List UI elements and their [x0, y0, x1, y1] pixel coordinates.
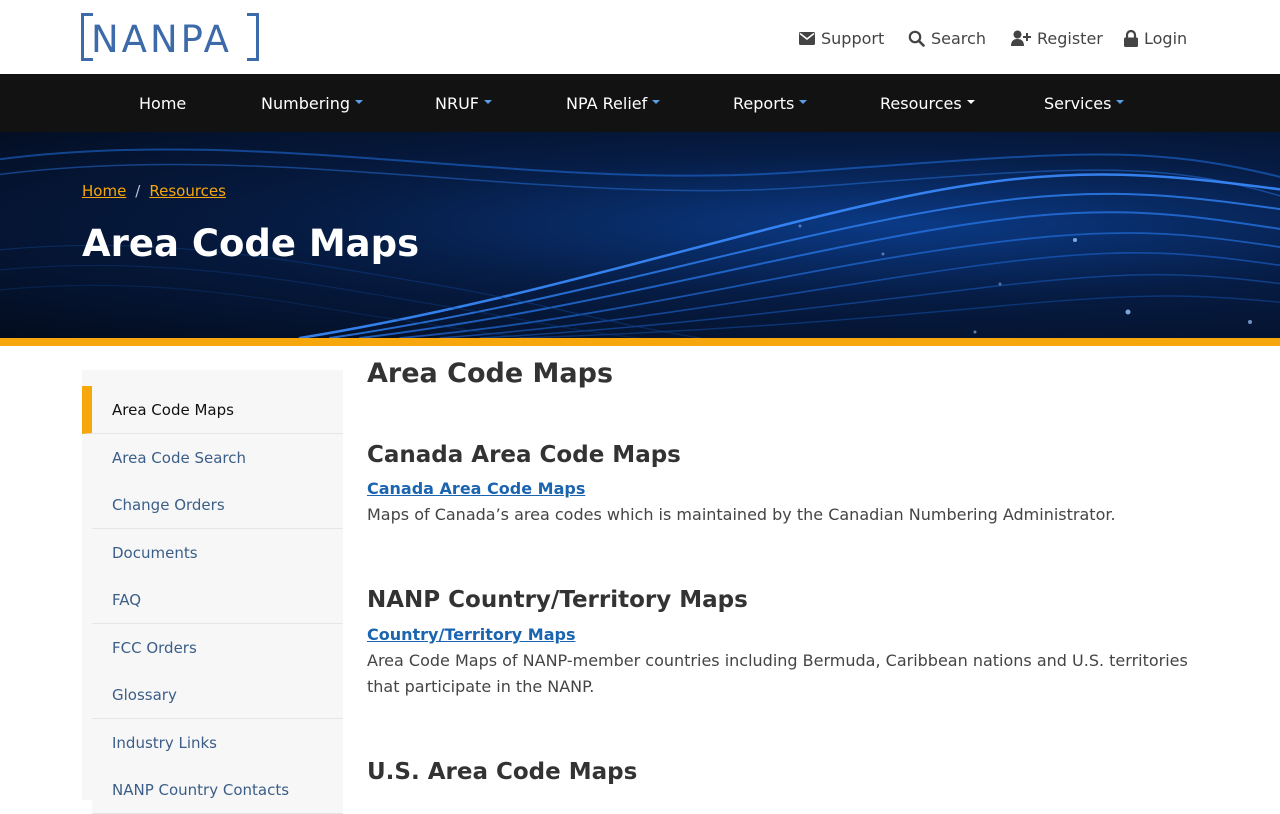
canada-maps-description: Maps of Canada’s area codes which is mai…: [367, 505, 1116, 524]
support-link[interactable]: Support: [799, 27, 884, 49]
nav-numbering[interactable]: Numbering: [261, 74, 364, 132]
nav-npa-relief-label: NPA Relief: [566, 93, 648, 113]
login-link[interactable]: Login: [1124, 27, 1187, 49]
nanpa-logo[interactable]: NANPA: [81, 13, 259, 61]
nanp-maps-description: Area Code Maps of NANP-member countries …: [367, 651, 1188, 696]
sidebar-item-industry-links[interactable]: Industry Links: [92, 719, 343, 767]
nav-home-label: Home: [139, 93, 187, 113]
nav-npa-relief[interactable]: NPA Relief: [566, 74, 661, 132]
page-title: Area Code Maps: [82, 222, 420, 265]
main-nav: Home Numbering NRUF NPA Relief Reports R…: [0, 74, 1280, 132]
logo-bracket-right: [247, 13, 259, 61]
register-link[interactable]: Register: [1011, 27, 1103, 49]
sidebar-item-faq[interactable]: FAQ: [92, 576, 343, 624]
sidebar-item-label: FAQ: [112, 590, 142, 609]
login-label: Login: [1144, 28, 1188, 48]
sidebar-item-glossary[interactable]: Glossary: [92, 671, 343, 719]
hero-accent-bar: [0, 338, 1280, 346]
sidebar-item-label: Area Code Maps: [112, 400, 234, 419]
caret-down-icon: [1116, 100, 1125, 104]
sidebar-item-label: NANP Country Contacts: [112, 780, 290, 799]
breadcrumb-home-link[interactable]: Home: [82, 182, 126, 200]
sidebar-nav: Area Code Maps Area Code Search Change O…: [82, 370, 343, 814]
support-label: Support: [821, 28, 885, 48]
caret-down-icon: [355, 100, 364, 104]
sidebar-item-label: Industry Links: [112, 733, 217, 752]
nav-services[interactable]: Services: [1044, 74, 1125, 132]
caret-down-icon: [799, 100, 808, 104]
sidebar-item-nanp-country-contacts[interactable]: NANP Country Contacts: [92, 766, 343, 814]
site-header: NANPA Support Search Register Login: [0, 0, 1280, 74]
section-heading-nanp: NANP Country/Territory Maps: [367, 587, 748, 613]
caret-down-icon: [652, 100, 661, 104]
section-heading-us: U.S. Area Code Maps: [367, 759, 638, 785]
lock-icon: [1124, 29, 1138, 47]
caret-down-icon: [484, 100, 492, 104]
nav-home[interactable]: Home: [139, 74, 186, 132]
search-icon: [908, 30, 925, 47]
nav-resources-label: Resources: [880, 93, 962, 113]
sidebar-item-change-orders[interactable]: Change Orders: [92, 481, 343, 529]
sidebar-item-label: FCC Orders: [112, 638, 197, 657]
nav-nruf[interactable]: NRUF: [435, 74, 492, 132]
nav-services-label: Services: [1044, 93, 1112, 113]
user-plus-icon: [1011, 30, 1031, 46]
sidebar-item-fcc-orders[interactable]: FCC Orders: [92, 624, 343, 672]
sidebar-item-label: Documents: [112, 543, 198, 562]
search-label: Search: [931, 28, 986, 48]
canada-maps-link[interactable]: Canada Area Code Maps: [367, 479, 585, 498]
section-heading-canada: Canada Area Code Maps: [367, 442, 681, 468]
register-label: Register: [1037, 28, 1103, 48]
sidebar-item-label: Area Code Search: [112, 448, 246, 467]
sidebar-item-documents[interactable]: Documents: [92, 529, 343, 577]
caret-down-icon: [966, 100, 975, 104]
sidebar-item-label: Glossary: [112, 685, 177, 704]
content-title: Area Code Maps: [367, 358, 614, 389]
sidebar-item-area-code-search[interactable]: Area Code Search: [92, 434, 343, 482]
breadcrumb-resources-link[interactable]: Resources: [149, 182, 226, 200]
envelope-icon: [799, 31, 815, 45]
country-territory-maps-link[interactable]: Country/Territory Maps: [367, 625, 575, 644]
nav-numbering-label: Numbering: [261, 93, 351, 113]
nav-nruf-label: NRUF: [435, 93, 479, 113]
nav-reports-label: Reports: [733, 93, 795, 113]
sidebar-item-area-code-maps[interactable]: Area Code Maps: [82, 386, 343, 434]
sidebar-item-label: Change Orders: [112, 495, 225, 514]
search-link[interactable]: Search: [908, 27, 986, 49]
breadcrumb-separator: /: [135, 182, 141, 200]
nav-reports[interactable]: Reports: [733, 74, 808, 132]
logo-text: NANPA: [91, 18, 232, 61]
nav-resources[interactable]: Resources: [880, 74, 975, 132]
breadcrumb: Home / Resources: [82, 182, 226, 200]
